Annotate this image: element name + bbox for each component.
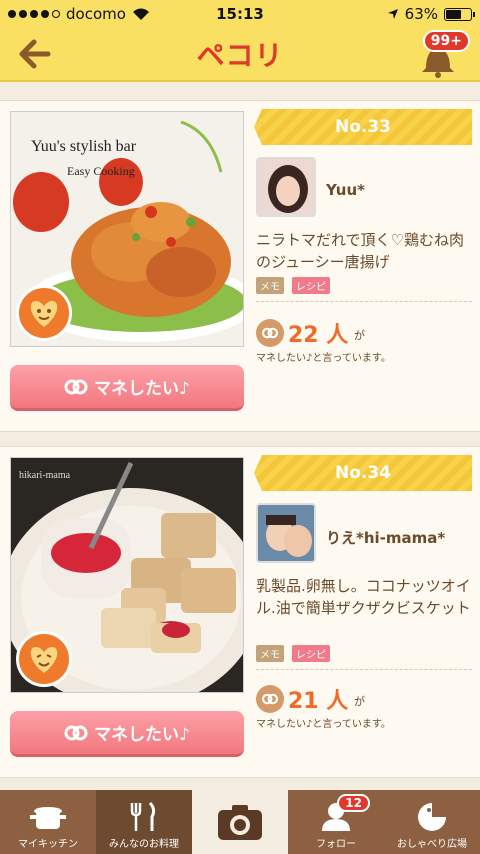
rank-banner: No.34 <box>254 455 472 491</box>
recipe-title[interactable]: 乳製品.卵無し。ココナッツオイル.油で簡単ザクザクビスケット <box>256 575 472 619</box>
photo-caption-title: hikari-mama <box>19 470 71 481</box>
recipe-photo[interactable]: Yuu's stylish bar Easy Cooking <box>10 111 244 347</box>
memo-tag[interactable]: メモ <box>256 645 284 662</box>
follow-badge: 12 <box>337 794 370 812</box>
recipe-tag[interactable]: レシピ <box>292 277 330 294</box>
mane-button[interactable]: マネしたい♪ <box>10 365 244 411</box>
battery-percent: 63% <box>404 5 438 23</box>
user-name[interactable]: りえ*hi-mama* <box>326 527 445 548</box>
clip-count-icon <box>256 685 284 713</box>
tab-my-kitchen[interactable]: マイキッチン <box>0 790 96 854</box>
pot-icon <box>30 807 66 829</box>
recipe-tag[interactable]: レシピ <box>292 645 330 662</box>
mane-button-label: マネしたい♪ <box>94 379 190 399</box>
tab-label: フォロー <box>316 839 356 850</box>
rank-banner: No.33 <box>254 109 472 145</box>
recipe-title[interactable]: ニラトマだれで頂く♡鶏むね肉のジューシー唐揚げ <box>256 229 472 273</box>
count-description: マネしたい♪と言っています。 <box>256 353 391 364</box>
bottom-tab-bar: マイキッチン みんなのお料理 12 フォロー おしゃべり広場 <box>0 790 480 854</box>
mane-button[interactable]: マネしたい♪ <box>10 711 244 757</box>
heart-face-icon <box>16 285 72 341</box>
tab-label: みんなのお料理 <box>109 839 179 850</box>
wifi-icon <box>132 8 149 20</box>
tag-row: メモ レシピ <box>256 277 330 294</box>
tab-everyones-dishes[interactable]: みんなのお料理 <box>96 790 192 854</box>
photo-caption-title: Yuu's stylish bar <box>31 138 137 155</box>
notification-button[interactable]: 99+ <box>418 30 470 78</box>
tab-label: マイキッチン <box>18 839 78 850</box>
count-suffix: が <box>354 695 365 708</box>
count-suffix: が <box>354 329 365 342</box>
tab-camera[interactable] <box>192 790 288 854</box>
user-name[interactable]: Yuu* <box>326 181 365 199</box>
chat-icon <box>418 803 446 831</box>
battery-icon <box>444 7 475 21</box>
count-value: 21 人 <box>288 689 349 714</box>
tab-chat-plaza[interactable]: おしゃべり広場 <box>384 790 480 854</box>
carrier-label: docomo <box>66 5 126 23</box>
app-logo: ペコリ <box>196 39 284 72</box>
divider <box>256 669 472 670</box>
clip-count-icon <box>256 319 284 347</box>
count-value: 22 人 <box>288 323 349 348</box>
recipe-card: Yuu's stylish bar Easy Cooking マネしたい♪ No… <box>0 100 480 432</box>
recipe-photo[interactable]: hikari-mama <box>10 457 244 693</box>
memo-tag[interactable]: メモ <box>256 277 284 294</box>
tag-row: メモ レシピ <box>256 645 330 662</box>
camera-icon <box>218 805 262 840</box>
mane-button-label: マネしたい♪ <box>94 725 190 745</box>
heart-face-icon <box>16 631 72 687</box>
notification-count: 99+ <box>422 30 470 52</box>
clip-icon <box>64 379 88 394</box>
nav-bar: ペコリ 99+ <box>0 28 480 82</box>
signal-icon <box>8 10 60 18</box>
avatar[interactable] <box>256 503 316 563</box>
location-icon <box>387 9 398 19</box>
fork-knife-icon <box>130 801 156 831</box>
status-bar: docomo 15:13 63% <box>0 0 480 28</box>
clip-icon <box>64 725 88 740</box>
avatar[interactable] <box>256 157 316 217</box>
photo-caption-sub: Easy Cooking <box>67 164 135 178</box>
tab-label: おしゃべり広場 <box>397 839 467 850</box>
count-description: マネしたい♪と言っています。 <box>256 719 391 730</box>
divider <box>256 301 472 302</box>
recipe-card: hikari-mama マネしたい♪ No.34 りえ*hi-mama* 乳製品… <box>0 446 480 778</box>
tab-follow[interactable]: 12 フォロー <box>288 790 384 854</box>
